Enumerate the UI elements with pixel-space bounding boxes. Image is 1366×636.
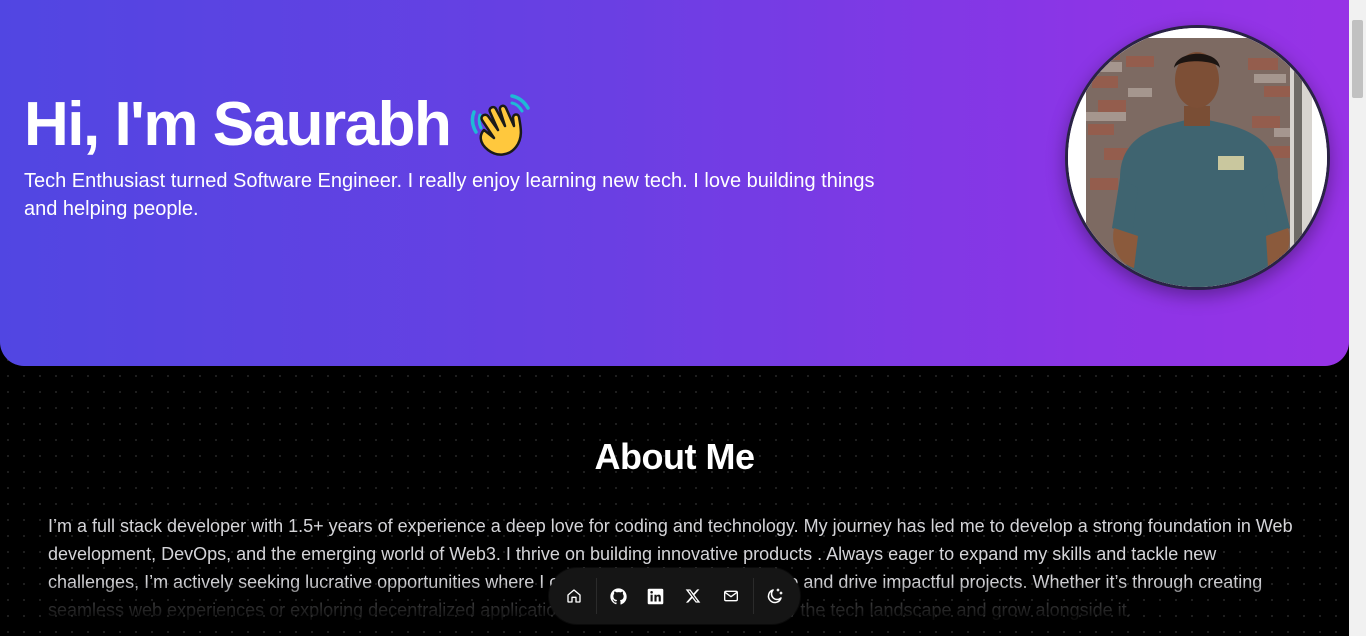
about-title: About Me	[594, 436, 755, 477]
scrollbar-thumb[interactable]	[1352, 20, 1363, 98]
hero-subtitle: Tech Enthusiast turned Software Engineer…	[24, 170, 875, 220]
dock-separator	[752, 578, 754, 614]
theme-toggle-icon	[767, 588, 783, 604]
home-icon	[567, 589, 581, 603]
dock-theme-toggle-button[interactable]	[756, 576, 794, 616]
dock-x-button[interactable]	[674, 576, 712, 616]
hero-section: Hi, I'm Saurabh Tech Enthusiast turned S…	[0, 0, 1349, 366]
github-icon	[610, 587, 627, 605]
x-icon	[685, 589, 701, 603]
dock-linkedin-button[interactable]	[637, 576, 675, 616]
dock-separator	[595, 578, 597, 614]
floating-dock	[549, 568, 800, 624]
dock-github-button[interactable]	[599, 576, 637, 616]
page-scrollbar[interactable]	[1349, 0, 1366, 636]
hero-title-text: Hi, I'm Saurabh	[24, 90, 452, 159]
hero-title: Hi, I'm Saurabh	[24, 88, 536, 162]
avatar	[1065, 25, 1330, 290]
dock-home-button[interactable]	[555, 576, 593, 616]
dock-mail-button[interactable]	[712, 576, 750, 616]
waving-hand-icon	[466, 90, 536, 160]
linkedin-icon	[647, 588, 664, 604]
page: Hi, I'm Saurabh Tech Enthusiast turned S…	[0, 0, 1366, 636]
mail-icon	[723, 590, 738, 602]
